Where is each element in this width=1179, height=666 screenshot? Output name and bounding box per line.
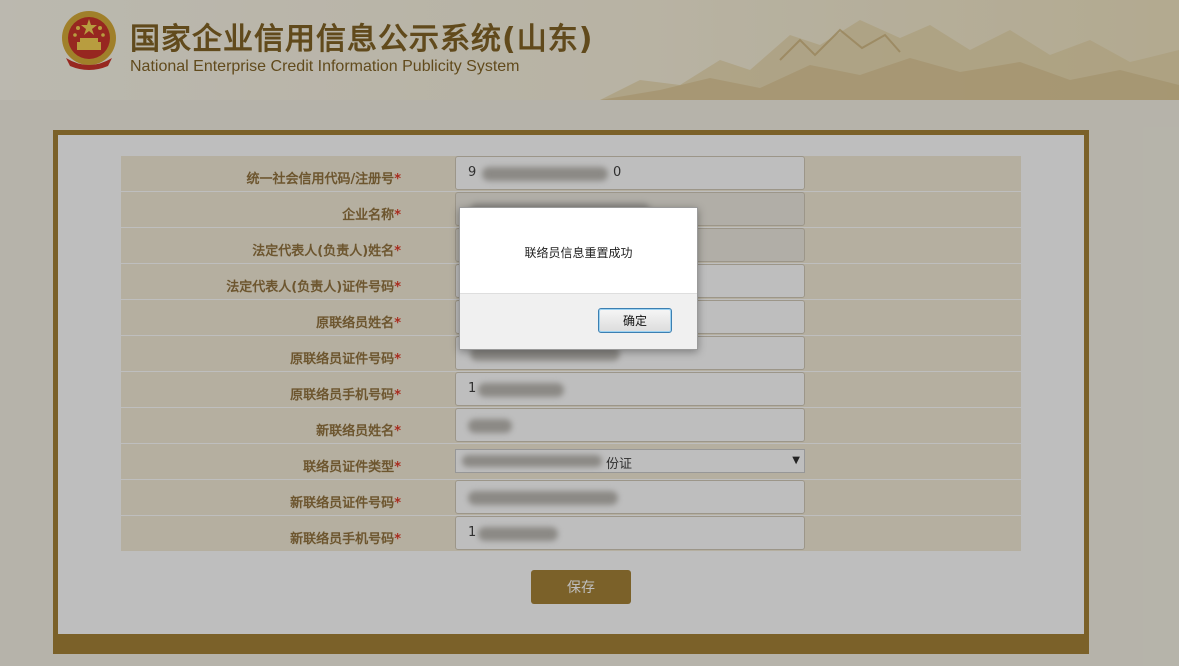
ok-button[interactable]: 确定	[598, 308, 672, 333]
modal-overlay: 联络员信息重置成功 确定	[0, 0, 1179, 666]
success-dialog: 联络员信息重置成功 确定	[459, 207, 698, 350]
dialog-message: 联络员信息重置成功	[524, 246, 633, 260]
dialog-footer: 确定	[460, 293, 697, 349]
